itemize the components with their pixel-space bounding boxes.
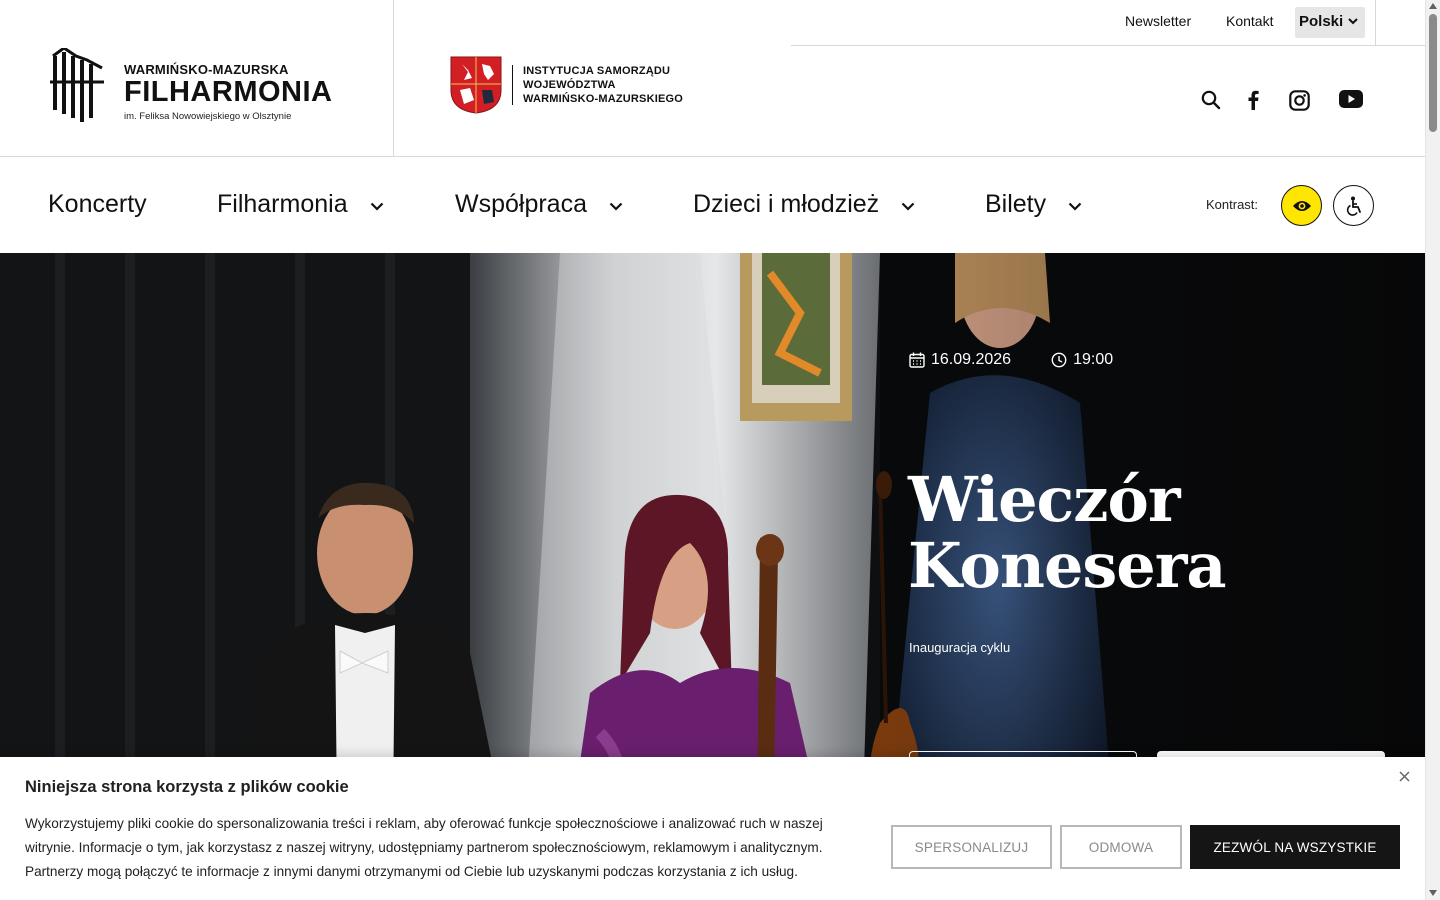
page: WARMIŃSKO-MAZURSKA FILHARMONIA im. Felik… <box>0 0 1440 900</box>
logo-line-patron: im. Feliksa Nowowiejskiego w Olsztynie <box>124 111 292 122</box>
filharmonia-logo-mark <box>50 48 104 122</box>
language-select[interactable]: Polski <box>1295 7 1365 38</box>
eye-icon <box>1292 200 1311 211</box>
nav-item-filharmonia[interactable]: Filharmonia <box>217 190 384 219</box>
facebook-icon <box>1248 90 1259 110</box>
main-nav: Koncerty Filharmonia Współpraca Dzieci i… <box>0 157 1425 253</box>
nav-item-label: Koncerty <box>48 190 147 218</box>
chevron-down-icon <box>370 202 383 211</box>
event-time: 19:00 <box>1051 351 1113 369</box>
instagram-icon <box>1289 90 1310 111</box>
event-title-line: Wieczór <box>908 463 1181 536</box>
contact-link[interactable]: Kontakt <box>1226 13 1273 29</box>
chevron-down-icon <box>1068 202 1082 211</box>
institution-text: INSTYTUCJA SAMORZĄDU WOJEWÓDZTWA WARMIŃS… <box>523 64 683 106</box>
facebook-link[interactable] <box>1247 90 1259 110</box>
nav-item-koncerty[interactable]: Koncerty <box>48 190 147 219</box>
cookie-accept-all-button[interactable]: ZEZWÓL NA WSZYSTKIE <box>1190 825 1400 869</box>
cookie-title: Niniejsza strona korzysta z plików cooki… <box>25 778 349 796</box>
cookie-body: Wykorzystujemy pliki cookie do spersonal… <box>25 816 823 879</box>
contrast-label: Kontrast: <box>1206 197 1259 212</box>
wheelchair-icon <box>1346 196 1361 216</box>
nav-item-label: Filharmonia <box>217 190 348 218</box>
nav-item-dzieci-i-mlodziez[interactable]: Dzieci i młodzież <box>693 190 915 219</box>
cookie-personalize-button[interactable]: SPERSONALIZUJ <box>891 825 1052 869</box>
scroll-down-arrow-icon[interactable] <box>1429 890 1437 896</box>
logo-line-region: WARMIŃSKO-MAZURSKA <box>124 62 289 77</box>
event-time-text: 19:00 <box>1073 351 1114 368</box>
chevron-down-icon <box>901 202 915 211</box>
event-date-text: 16.09.2026 <box>931 351 1012 368</box>
scrollbar-thumb[interactable] <box>1429 14 1437 132</box>
youtube-link[interactable] <box>1339 90 1363 108</box>
nav-item-wspolpraca[interactable]: Współpraca <box>455 190 623 219</box>
nav-item-label: Współpraca <box>455 190 587 218</box>
logo-link[interactable]: WARMIŃSKO-MAZURSKA FILHARMONIA im. Felik… <box>0 0 394 157</box>
chevron-down-icon <box>609 202 623 211</box>
instagram-link[interactable] <box>1289 90 1310 111</box>
nav-item-label: Dzieci i młodzież <box>693 190 880 218</box>
close-icon <box>1399 771 1410 782</box>
institution-line: WARMIŃSKO-MAZURSKIEGO <box>523 93 684 105</box>
event-date: 16.09.2026 <box>909 351 1011 369</box>
accessibility-button[interactable] <box>1333 185 1374 226</box>
event-title-line: Konesera <box>908 529 1227 602</box>
top-bar: Newsletter Kontakt Polski <box>791 0 1425 46</box>
youtube-icon <box>1339 90 1363 108</box>
scroll-up-arrow-icon[interactable] <box>1429 3 1437 9</box>
language-value: Polski <box>1299 13 1344 30</box>
site-header: WARMIŃSKO-MAZURSKA FILHARMONIA im. Felik… <box>0 0 1425 157</box>
event-subtitle: Inauguracja cyklu <box>909 640 1011 655</box>
institution-line: WOJEWÓDZTWA <box>523 79 616 91</box>
calendar-icon <box>909 352 925 368</box>
logo-line-name: FILHARMONIA <box>124 76 333 108</box>
newsletter-link[interactable]: Newsletter <box>1125 13 1191 29</box>
institution-divider <box>512 65 513 105</box>
nav-item-bilety[interactable]: Bilety <box>985 190 1082 219</box>
event-title[interactable]: Wieczór Konesera <box>908 467 1328 599</box>
page-scrollbar[interactable] <box>1425 0 1440 900</box>
top-bar-divider <box>1375 0 1376 45</box>
event-meta: 16.09.2026 19:00 <box>909 351 1113 369</box>
cookie-banner: Niniejsza strona korzysta z plików cooki… <box>0 757 1425 900</box>
institution-badge[interactable]: INSTYTUCJA SAMORZĄDU WOJEWÓDZTWA WARMIŃS… <box>450 56 683 114</box>
chevron-down-icon <box>1348 18 1358 25</box>
nav-item-label: Bilety <box>985 190 1047 218</box>
logo-text: WARMIŃSKO-MAZURSKA FILHARMONIA im. Felik… <box>124 62 332 122</box>
cookie-close-button[interactable] <box>1399 769 1410 787</box>
institution-line: INSTYTUCJA SAMORZĄDU <box>523 65 671 77</box>
coat-of-arms-icon <box>450 56 502 114</box>
search-icon <box>1201 90 1221 110</box>
contrast-toggle-button[interactable] <box>1281 185 1322 226</box>
search-button[interactable] <box>1201 90 1221 110</box>
clock-icon <box>1051 352 1067 368</box>
cookie-decline-button[interactable]: ODMOWA <box>1060 825 1182 869</box>
